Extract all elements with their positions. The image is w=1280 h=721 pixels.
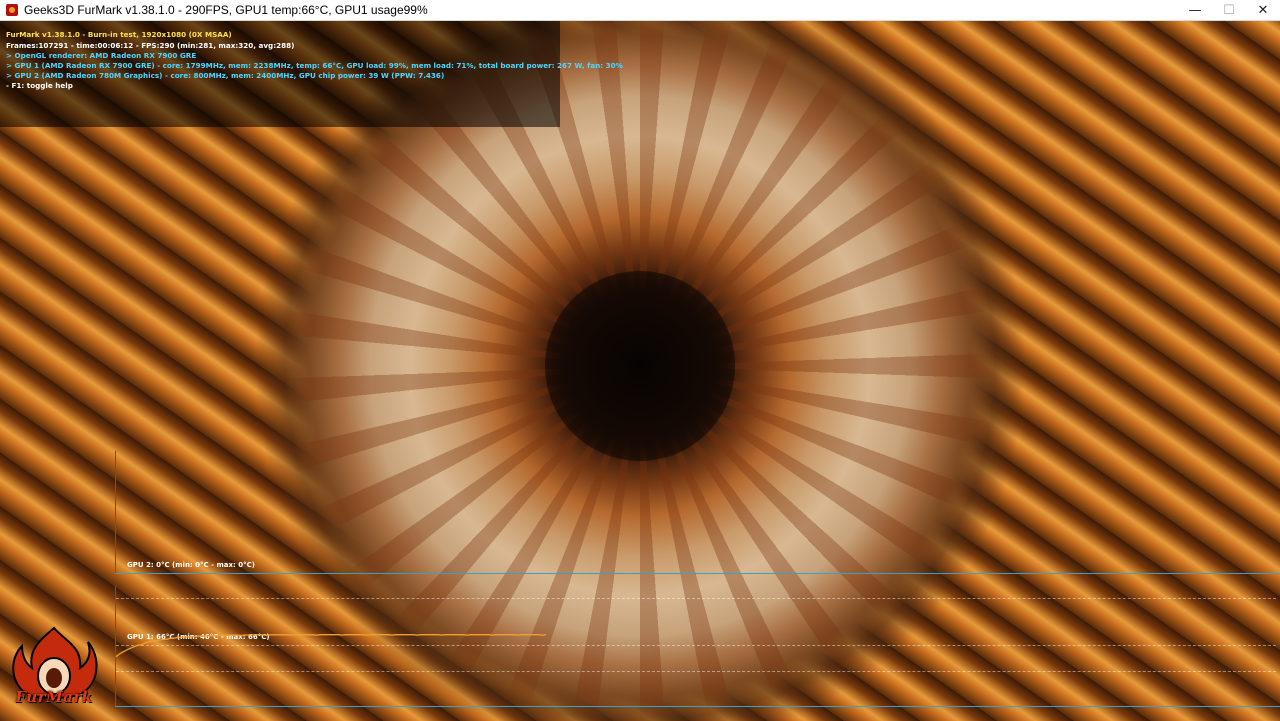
gpu1-temperature-line [115,634,547,658]
gpu1-temperature-chart [115,634,547,658]
furmark-logo-text: FurMark [15,688,93,706]
